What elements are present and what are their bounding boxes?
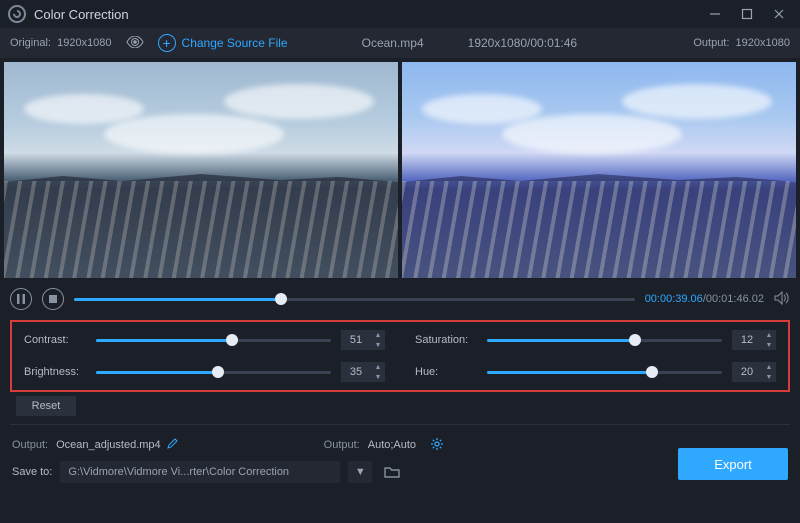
color-sliders-panel: Contrast: 51 ▲▼ Saturation: 12 ▲▼ Bright… [10,320,790,392]
saturation-row: Saturation: 12 ▲▼ [415,330,776,350]
preview-row [0,58,800,278]
output-format-value: Auto;Auto [368,439,416,451]
brightness-label: Brightness: [24,366,86,378]
output-filename: Ocean_adjusted.mp4 [56,438,178,452]
info-bar: Original: 1920x1080 + Change Source File… [0,28,800,58]
reset-button[interactable]: Reset [16,396,76,416]
down-arrow-icon[interactable]: ▼ [762,340,776,350]
playback-controls: 00:00:39.06/00:01:46.02 [0,284,800,314]
minimize-button[interactable] [702,4,728,24]
hue-row: Hue: 20 ▲▼ [415,362,776,382]
timecode: 00:00:39.06/00:01:46.02 [645,293,764,305]
down-arrow-icon[interactable]: ▼ [371,372,385,382]
brightness-spinner[interactable]: 35 ▲▼ [341,362,385,382]
up-arrow-icon[interactable]: ▲ [762,362,776,372]
pause-button[interactable] [10,288,32,310]
stop-button[interactable] [42,288,64,310]
titlebar: Color Correction [0,0,800,28]
source-filename: Ocean.mp4 [362,36,424,50]
contrast-row: Contrast: 51 ▲▼ [24,330,385,350]
maximize-button[interactable] [734,4,760,24]
save-path-dropdown[interactable]: ▼ [348,461,372,483]
up-arrow-icon[interactable]: ▲ [762,330,776,340]
hue-slider[interactable] [487,365,722,379]
save-to-label: Save to: [12,466,52,478]
preview-toggle-icon[interactable] [126,36,144,51]
output-resolution: Output: 1920x1080 [693,37,790,49]
contrast-spinner[interactable]: 51 ▲▼ [341,330,385,350]
original-resolution: Original: 1920x1080 [10,37,112,49]
hue-spinner[interactable]: 20 ▲▼ [732,362,776,382]
save-path[interactable]: G:\Vidmore\Vidmore Vi...rter\Color Corre… [60,461,340,483]
down-arrow-icon[interactable]: ▼ [371,340,385,350]
divider [10,424,790,425]
saturation-label: Saturation: [415,334,477,346]
resolution-duration: 1920x1080/00:01:46 [468,36,577,50]
contrast-label: Contrast: [24,334,86,346]
output-file-row: Output: Ocean_adjusted.mp4 Output: Auto;… [0,433,800,457]
settings-gear-icon[interactable] [430,437,444,454]
preview-corrected [402,62,796,278]
edit-icon[interactable] [167,438,178,452]
change-source-button[interactable]: + Change Source File [158,34,288,52]
app-logo-icon [8,5,26,23]
contrast-slider[interactable] [96,333,331,347]
hue-label: Hue: [415,366,477,378]
window-controls [702,4,792,24]
window-title: Color Correction [34,7,129,22]
output-file-label: Output: [12,439,48,451]
up-arrow-icon[interactable]: ▲ [371,362,385,372]
save-row: Save to: G:\Vidmore\Vidmore Vi...rter\Co… [0,457,800,487]
saturation-slider[interactable] [487,333,722,347]
volume-icon[interactable] [774,291,790,308]
output-format-label: Output: [324,439,360,451]
saturation-spinner[interactable]: 12 ▲▼ [732,330,776,350]
brightness-slider[interactable] [96,365,331,379]
up-arrow-icon[interactable]: ▲ [371,330,385,340]
open-folder-button[interactable] [380,461,404,483]
preview-original [4,62,398,278]
brightness-row: Brightness: 35 ▲▼ [24,362,385,382]
down-arrow-icon[interactable]: ▼ [762,372,776,382]
close-button[interactable] [766,4,792,24]
plus-circle-icon: + [158,34,176,52]
playback-timeline[interactable] [74,292,635,306]
